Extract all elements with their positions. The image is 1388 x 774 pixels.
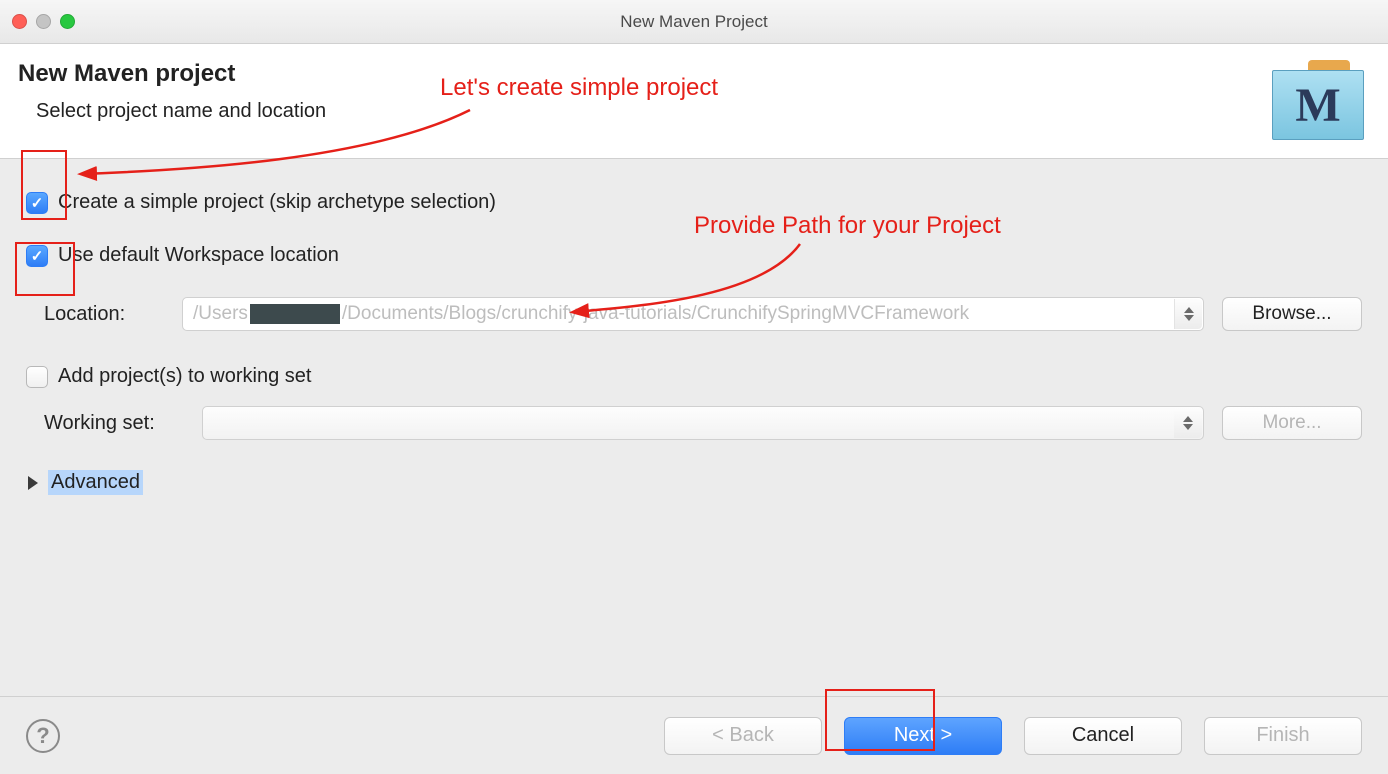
next-button[interactable]: Next >: [844, 717, 1002, 755]
location-combo[interactable]: /Users/Documents/Blogs/crunchify-java-tu…: [182, 297, 1204, 331]
wizard-subtitle: Select project name and location: [36, 100, 1272, 123]
workingset-checkbox-row: Add project(s) to working set: [26, 365, 1362, 388]
advanced-disclosure-icon[interactable]: [28, 476, 38, 490]
simple-project-checkbox[interactable]: [26, 192, 48, 214]
workingset-checkbox-label: Add project(s) to working set: [58, 365, 311, 388]
advanced-row[interactable]: Advanced: [28, 470, 1362, 495]
window-titlebar: New Maven Project: [0, 0, 1388, 44]
advanced-label[interactable]: Advanced: [48, 470, 143, 495]
location-row: Location: /Users/Documents/Blogs/crunchi…: [44, 297, 1362, 331]
wizard-title: New Maven project: [18, 60, 1272, 88]
workingset-row: Working set: More...: [44, 406, 1362, 440]
wizard-header: New Maven project Select project name an…: [0, 44, 1388, 159]
finish-button: Finish: [1204, 717, 1362, 755]
workingset-combo-arrow-icon[interactable]: [1174, 408, 1202, 438]
maven-icon: M: [1272, 60, 1364, 140]
wizard-footer: ? < Back Next > Cancel Finish: [0, 696, 1388, 774]
location-combo-arrow-icon[interactable]: [1174, 299, 1202, 329]
wizard-content: Create a simple project (skip archetype …: [0, 159, 1388, 515]
workingset-combo[interactable]: [202, 406, 1204, 440]
simple-project-label: Create a simple project (skip archetype …: [58, 191, 496, 214]
maximize-window-button[interactable]: [60, 14, 75, 29]
location-path-prefix: /Users: [193, 303, 248, 325]
default-workspace-label: Use default Workspace location: [58, 244, 339, 267]
back-button: < Back: [664, 717, 822, 755]
redacted-segment: [250, 304, 340, 324]
traffic-lights: [12, 14, 75, 29]
close-window-button[interactable]: [12, 14, 27, 29]
more-button: More...: [1222, 406, 1362, 440]
cancel-button[interactable]: Cancel: [1024, 717, 1182, 755]
workingset-checkbox[interactable]: [26, 366, 48, 388]
location-label: Location:: [44, 303, 164, 326]
default-workspace-row: Use default Workspace location: [26, 244, 1362, 267]
default-workspace-checkbox[interactable]: [26, 245, 48, 267]
workingset-label: Working set:: [44, 412, 184, 435]
help-icon[interactable]: ?: [26, 719, 60, 753]
browse-button[interactable]: Browse...: [1222, 297, 1362, 331]
window-title: New Maven Project: [0, 12, 1388, 32]
simple-project-row: Create a simple project (skip archetype …: [26, 191, 1362, 214]
location-path-suffix: /Documents/Blogs/crunchify-java-tutorial…: [342, 303, 969, 325]
minimize-window-button[interactable]: [36, 14, 51, 29]
